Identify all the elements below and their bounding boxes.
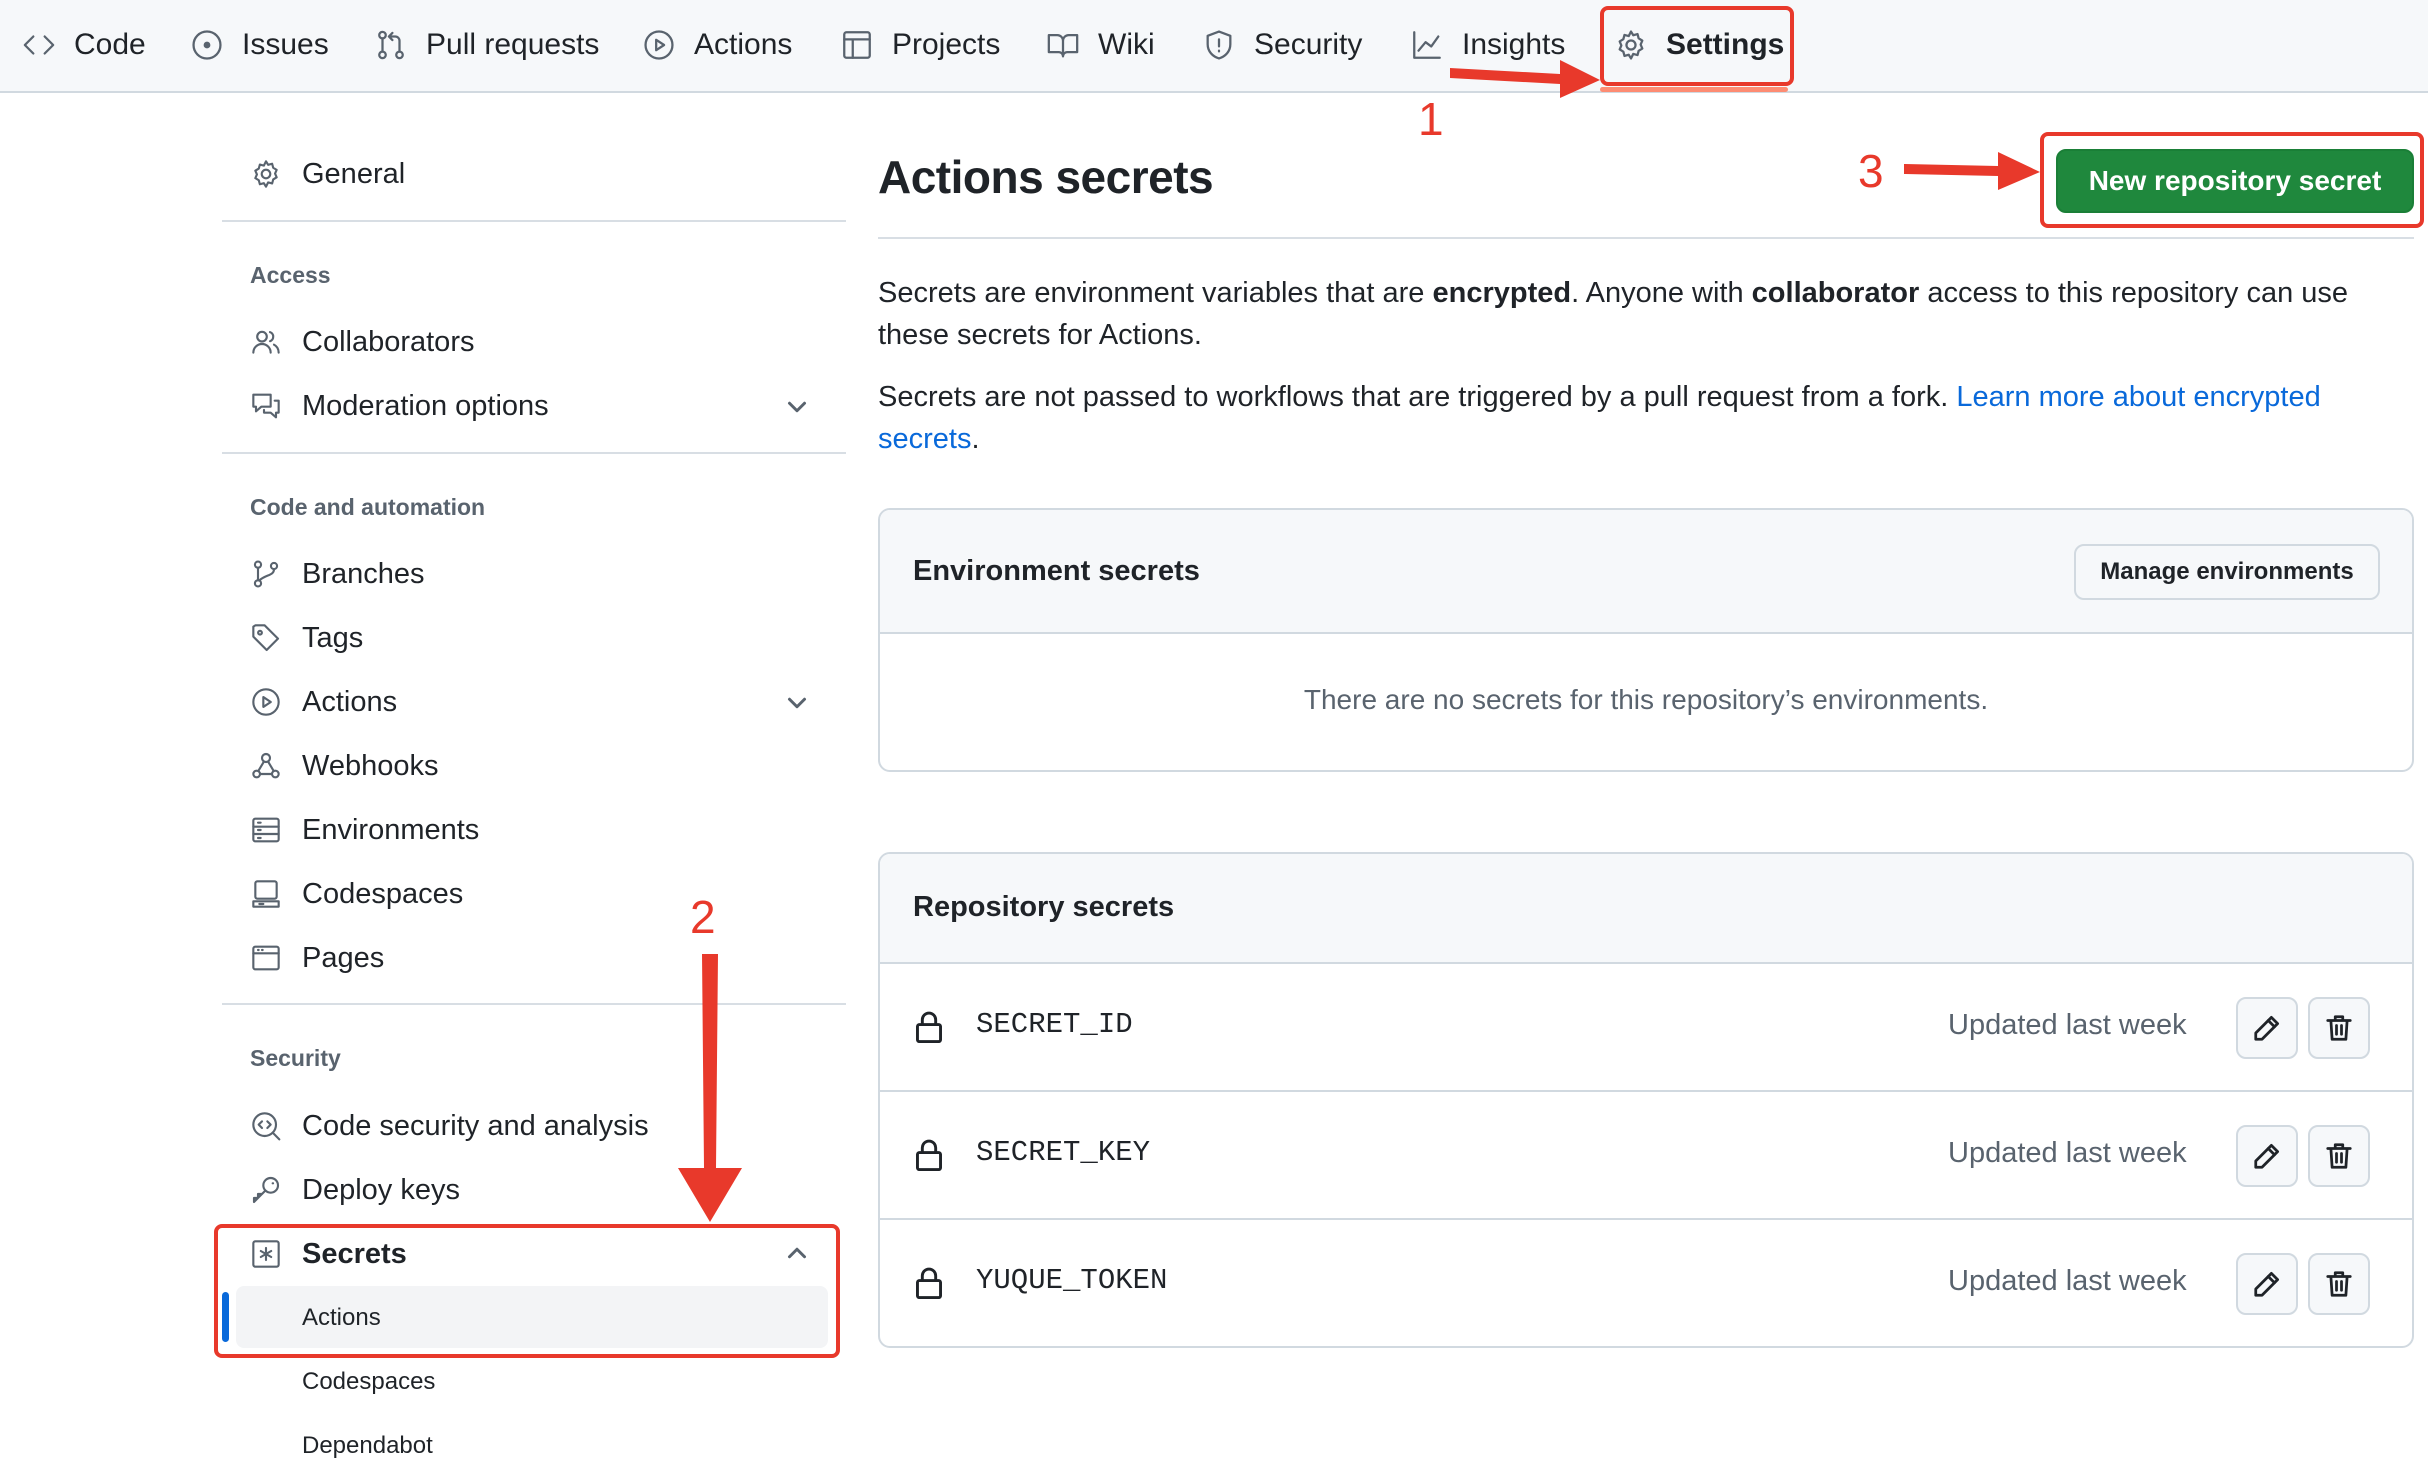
annotation-arrow-3: [1904, 152, 2040, 190]
annotation-arrow-2: [678, 954, 742, 1222]
annotation-arrow-1: [1450, 60, 1600, 98]
annotation-arrows: [678, 60, 2040, 1222]
